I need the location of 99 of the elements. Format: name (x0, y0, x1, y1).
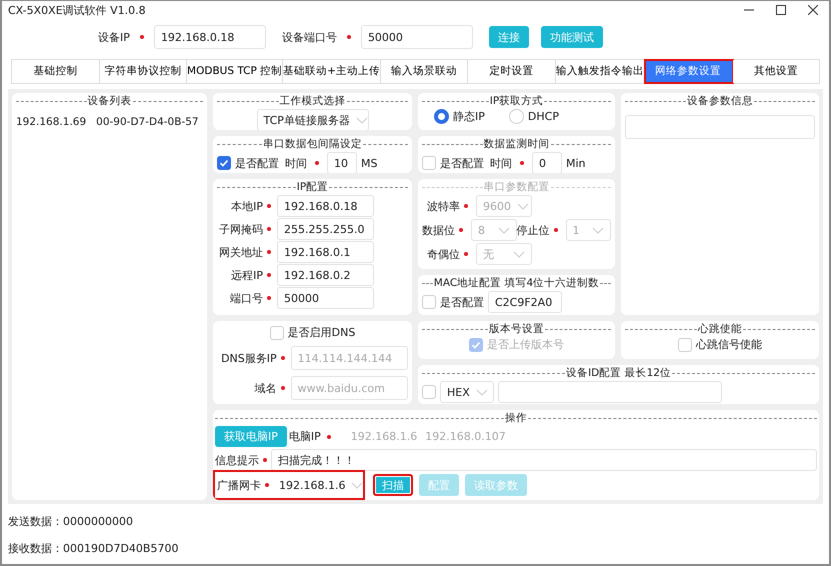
field-label: 端口号 (229, 290, 263, 306)
field-label: 设备IP (98, 30, 130, 45)
check-icon (219, 158, 229, 168)
check-icon (471, 340, 481, 350)
field-label: 奇偶位 (426, 246, 460, 262)
dropdown[interactable]: HEX (440, 381, 494, 403)
dropdown[interactable]: TCP单链接服务器 (256, 109, 368, 130)
section-title: 数据监测时间 (482, 137, 550, 151)
field-label: 电脑IP (288, 429, 321, 444)
list-cell: 192.168.1.69 (16, 116, 86, 128)
input-field[interactable]: 0 (532, 152, 562, 173)
tab[interactable]: 基础联动+主动上传 (283, 60, 381, 83)
input-field[interactable]: C2C9F2A0 (488, 291, 562, 313)
field-label: 域名 (254, 380, 277, 396)
input-field[interactable]: 50000 (277, 287, 374, 309)
tab[interactable]: 网络参数设置 (644, 60, 732, 83)
required-dot-icon (315, 161, 319, 165)
chevron-icon (476, 388, 488, 396)
radio-label: 静态IP (453, 109, 485, 124)
required-dot-icon (267, 273, 271, 277)
required-dot-icon (464, 204, 468, 208)
field-label: 信息提示 (215, 452, 259, 468)
required-dot-icon (265, 483, 269, 487)
required-dot-icon (267, 250, 271, 254)
required-dot-icon (346, 35, 351, 40)
tab[interactable]: MODBUS TCP 控制 (187, 60, 284, 83)
field-label: 时间 (490, 156, 512, 170)
maximize-icon[interactable] (776, 5, 786, 16)
input-field[interactable]: 255.255.255.0 (277, 218, 374, 240)
required-dot-icon (554, 228, 558, 232)
chevron-icon (356, 116, 368, 124)
section-title: 工作模式选择 (278, 94, 346, 108)
field-label: DNS服务IP (220, 350, 277, 366)
section-title: 设备参数信息 (686, 94, 754, 108)
input-field[interactable]: 192.168.0.18 (154, 25, 266, 50)
section-title: MAC地址配置 填写4位十六进制数 (432, 276, 600, 290)
section-title: 串口参数配置 (482, 180, 550, 194)
window-title: CX-5X0XE调试软件 V1.0.8 (8, 2, 147, 18)
field-label: 广播网卡 (217, 478, 261, 492)
required-dot-icon (140, 35, 144, 40)
section-title: 心跳使能 (697, 322, 743, 336)
field-label: 波特率 (426, 198, 460, 214)
field-label: 本地IP (230, 198, 263, 214)
input-field[interactable] (498, 381, 722, 403)
chevron-icon (498, 226, 510, 234)
required-dot-icon (263, 458, 267, 462)
chevron-icon (351, 482, 364, 488)
checkbox-label: 心跳信号使能 (696, 337, 762, 352)
required-dot-icon (267, 227, 271, 231)
input-field[interactable]: 192.168.0.1 (277, 241, 374, 263)
status-value: 0000000000 (63, 515, 133, 528)
checkbox-label: 是否启用DNS (288, 325, 356, 340)
input-field[interactable]: 10 (327, 152, 357, 173)
status-value: 000190D7D40B5700 (63, 542, 178, 555)
status-label: 发送数据： (8, 514, 63, 529)
input-field[interactable]: 192.168.0.2 (277, 264, 374, 286)
required-dot-icon (280, 356, 285, 360)
unit-label: Min (566, 156, 586, 170)
unit-label: MS (361, 156, 378, 170)
input-field[interactable]: 192.168.0.18 (277, 195, 374, 217)
field-label: 设备端口号 (282, 30, 337, 45)
status-label: 接收数据： (8, 541, 63, 556)
section-title: 串口数据包间隔设定 (262, 137, 363, 151)
field-label: 网关地址 (218, 244, 263, 260)
required-dot-icon (267, 296, 271, 300)
required-dot-icon (464, 252, 468, 256)
required-dot-icon (267, 204, 271, 208)
field-label: 时间 (285, 156, 307, 170)
close-icon[interactable] (808, 5, 818, 16)
checkbox-label: 是否配置 (440, 156, 484, 170)
input-field[interactable]: 扫描完成！！！ (271, 449, 817, 471)
required-dot-icon (326, 434, 331, 438)
section-title: IP获取方式 (488, 94, 544, 108)
section-title: 版本号设置 (488, 322, 545, 336)
radio-button[interactable] (434, 109, 449, 124)
field-label: 停止位 (516, 222, 550, 238)
required-dot-icon (520, 161, 524, 165)
checkbox-label: 是否配置 (235, 156, 279, 170)
section-title: 设备ID配置 最长12位 (565, 366, 672, 380)
required-dot-icon (280, 386, 285, 390)
chevron-icon (592, 226, 604, 234)
ip-text: 192.168.1.6 (350, 430, 418, 443)
checkbox-label: 是否配置 (440, 294, 484, 310)
checkbox-label: 是否上传版本号 (487, 337, 564, 352)
field-label: 数据位 (422, 222, 455, 238)
required-dot-icon (459, 228, 463, 232)
section-title: 设备列表 (86, 94, 132, 108)
section-title: IP配置 (296, 180, 330, 194)
section-title: 操作 (504, 411, 528, 425)
input-field[interactable] (625, 115, 815, 139)
checkbox[interactable] (217, 156, 231, 170)
radio-label: DHCP (528, 110, 559, 123)
chevron-icon (517, 202, 529, 210)
field-label: 子网掩码 (218, 222, 263, 236)
chevron-icon (513, 250, 525, 258)
input-field[interactable]: 50000 (360, 25, 473, 50)
list-cell: 00-90-D7-D4-0B-57 (96, 116, 199, 128)
ip-text: 192.168.0.107 (425, 430, 506, 443)
field-label: 远程IP (230, 268, 263, 282)
